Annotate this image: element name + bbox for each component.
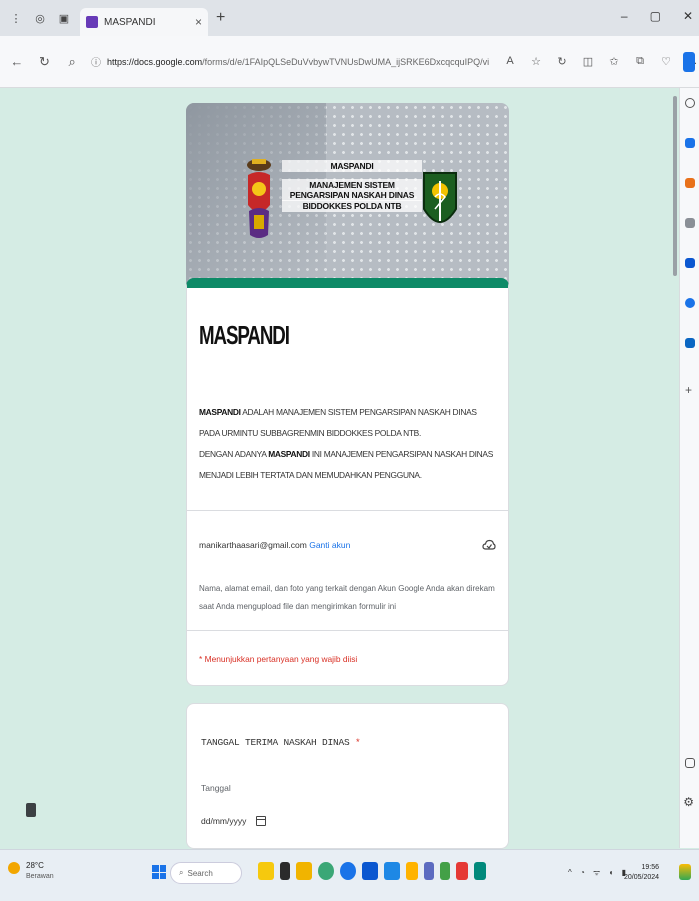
url-host: https://docs.google.com xyxy=(107,56,203,67)
divider xyxy=(187,630,508,631)
app-edge-icon[interactable] xyxy=(318,862,334,880)
app-excel-icon[interactable] xyxy=(440,862,450,880)
app-store-icon[interactable] xyxy=(362,862,378,880)
back-icon[interactable]: ← xyxy=(6,54,28,69)
taskbar-clock[interactable]: 19:56 20/05/2024 xyxy=(624,863,659,883)
system-tray[interactable]: ^ ◔ ᯤ ◖ ▮ xyxy=(568,867,629,878)
clock-date: 20/05/2024 xyxy=(624,874,660,881)
app-file-explorer-icon[interactable] xyxy=(296,862,312,880)
app-chrome-icon[interactable] xyxy=(340,862,356,880)
clock-time: 19:56 xyxy=(641,864,660,871)
tab-actions-icon[interactable]: ▣ xyxy=(56,10,72,26)
site-info-icon[interactable]: ⓘ xyxy=(91,54,101,69)
url-path: /forms/d/e/1FAIpQLSeDuVvbywTVNUsDwUMA_ij… xyxy=(202,56,489,67)
desc-text-1: ADALAH MANAJEMEN SISTEM PENGARSIPAN NASK… xyxy=(199,407,477,438)
minimize-button[interactable]: – xyxy=(621,9,628,23)
workspaces-icon[interactable]: ◎ xyxy=(32,10,48,26)
read-aloud-icon[interactable]: A xyxy=(503,55,517,68)
browser-essentials-icon[interactable]: ♡ xyxy=(659,55,673,68)
split-screen-icon[interactable]: ◫ xyxy=(581,55,595,68)
divider xyxy=(187,510,508,511)
switch-account-link[interactable]: Ganti akun xyxy=(309,540,350,550)
browser-toolbar: ← ↻ ⌕ ⓘ https://docs.google.com /forms/d… xyxy=(0,36,699,88)
maximize-button[interactable]: ▢ xyxy=(650,9,661,23)
tab-strip: ⋮ ◎ ▣ MASPANDI × + – ▢ ✕ xyxy=(0,0,699,36)
sidebar-discover-icon[interactable] xyxy=(685,138,695,148)
desc-text-2: DENGAN ADANYA xyxy=(199,449,269,459)
form-title: MASPANDI xyxy=(199,320,290,350)
weather-widget[interactable]: 28°C Berawan xyxy=(8,860,54,882)
banner-line-1: MASPANDI xyxy=(282,160,422,172)
account-row: manikarthaasari@gmail.com Ganti akun xyxy=(199,540,350,550)
close-window-button[interactable]: ✕ xyxy=(683,9,693,23)
taskbar-search[interactable]: ⌕ Search xyxy=(170,862,242,884)
forms-favicon-icon xyxy=(86,16,98,28)
sidebar-games-icon[interactable] xyxy=(685,338,695,348)
form-description: MASPANDI ADALAH MANAJEMEN SISTEM PENGARS… xyxy=(199,402,499,486)
account-email: manikarthaasari@gmail.com xyxy=(199,540,307,550)
sidebar-outlook-icon[interactable] xyxy=(685,258,695,268)
notifications-icon[interactable] xyxy=(679,864,691,880)
favorite-icon[interactable]: ☆ xyxy=(529,55,543,68)
app-media-icon[interactable] xyxy=(456,862,468,880)
form-header-image: MASPANDI MANAJEMEN SISTEM PENGARSIPAN NA… xyxy=(186,103,509,291)
question-title: TANGGAL TERIMA NASKAH DINAS * xyxy=(201,737,361,748)
browser-tab[interactable]: MASPANDI × xyxy=(80,8,208,36)
sidebar-m365-icon[interactable] xyxy=(685,298,695,308)
taskbar-search-label: Search xyxy=(187,868,213,878)
required-note: * Menunjukkan pertanyaan yang wajib diis… xyxy=(199,654,358,664)
taskbar-apps xyxy=(258,862,486,880)
copilot-icon[interactable] xyxy=(683,52,695,72)
required-star: * xyxy=(349,737,361,748)
weather-desc: Berawan xyxy=(26,873,54,880)
reload-icon[interactable]: ↻ xyxy=(34,54,56,70)
tab-title: MASPANDI xyxy=(104,16,156,28)
date-input[interactable]: dd/mm/yyyy xyxy=(201,816,267,826)
address-bar[interactable]: ⓘ https://docs.google.com /forms/d/e/1FA… xyxy=(91,48,489,76)
sidebar-screenshot-icon[interactable] xyxy=(685,758,695,768)
search-icon[interactable]: ⌕ xyxy=(61,54,83,70)
sidebar-add-icon[interactable]: + xyxy=(685,383,692,397)
question-sublabel: Tanggal xyxy=(201,783,231,793)
biddokkes-emblem-icon xyxy=(423,172,457,223)
question-card: TANGGAL TERIMA NASKAH DINAS * Tanggal dd… xyxy=(186,703,509,849)
weather-sun-icon xyxy=(8,862,20,874)
police-emblem-icon xyxy=(247,159,271,238)
app-teams-icon[interactable] xyxy=(424,862,434,880)
banner-line-2: MANAJEMEN SISTEM PENGARSIPAN NASKAH DINA… xyxy=(282,179,422,201)
question-title-text: TANGGAL TERIMA NASKAH DINAS xyxy=(201,737,350,748)
menu-icon[interactable]: ⋮ xyxy=(8,10,24,26)
new-tab-button[interactable]: + xyxy=(216,9,225,27)
desc-bold-2: MASPANDI xyxy=(268,449,310,459)
desc-bold-1: MASPANDI xyxy=(199,407,241,417)
cloud-saved-icon xyxy=(482,539,496,550)
date-placeholder: dd/mm/yyyy xyxy=(201,816,247,826)
banner-line-3: BIDDOKKES POLDA NTB xyxy=(282,200,422,212)
sidebar-search-icon[interactable] xyxy=(685,98,695,108)
privacy-notice: Nama, alamat email, dan foto yang terkai… xyxy=(199,584,495,611)
windows-start-icon[interactable] xyxy=(152,865,166,879)
form-title-card: MASPANDI MASPANDI ADALAH MANAJEMEN SISTE… xyxy=(186,278,509,686)
taskbar: 28°C Berawan ⌕ Search ^ ◔ ᯤ ◖ ▮ 19:56 20… xyxy=(0,849,699,901)
calendar-icon[interactable] xyxy=(256,816,267,826)
collections-icon[interactable]: ⧉ xyxy=(633,55,647,68)
app-widgets-icon[interactable] xyxy=(258,862,274,880)
browser-sidebar: + xyxy=(679,88,699,848)
settings-icon[interactable]: ⚙ xyxy=(683,795,694,809)
sidebar-tools-icon[interactable] xyxy=(685,218,695,228)
favorites-icon[interactable]: ✩ xyxy=(607,55,621,68)
app-taskview-icon[interactable] xyxy=(280,862,290,880)
sidebar-shopping-icon[interactable] xyxy=(685,178,695,188)
weather-temp: 28°C xyxy=(26,861,44,870)
app-other-icon[interactable] xyxy=(474,862,486,880)
search-icon: ⌕ xyxy=(179,868,184,877)
app-word-icon[interactable] xyxy=(384,862,400,880)
app-files-icon[interactable] xyxy=(406,862,418,880)
refresh-extension-icon[interactable]: ↻ xyxy=(555,55,569,68)
tab-close-icon[interactable]: × xyxy=(195,15,202,29)
report-icon[interactable] xyxy=(26,803,36,817)
page-scrollbar[interactable] xyxy=(673,96,677,276)
